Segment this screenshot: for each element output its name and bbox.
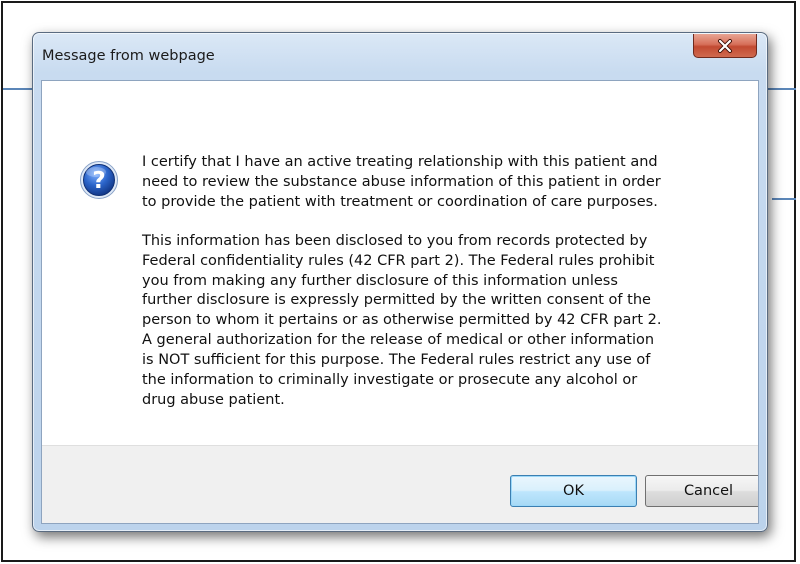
dialog-content: ? I certify that I have an active treati… <box>42 81 758 445</box>
cancel-button[interactable]: Cancel <box>645 475 758 507</box>
message-line: need to review the substance abuse infor… <box>142 173 661 190</box>
dialog-client-area: ? I certify that I have an active treati… <box>41 80 759 524</box>
background-divider <box>772 198 796 200</box>
ok-button[interactable]: OK <box>510 475 637 507</box>
message-line: further disclosure is expressly permitte… <box>142 292 651 309</box>
message-line: to provide the patient with treatment or… <box>142 193 658 210</box>
message-line: you from making any further disclosure o… <box>142 272 618 289</box>
message-line: person to whom it pertains or as otherwi… <box>142 312 662 329</box>
dialog-button-bar: OK Cancel <box>42 445 758 523</box>
question-icon: ? <box>80 161 118 199</box>
message-dialog: Message from webpage ? I certify that I … <box>32 32 768 532</box>
message-line: is NOT sufficient for this purpose. The … <box>142 352 651 369</box>
message-paragraph-disclosure: This information has been disclosed to y… <box>142 232 722 411</box>
message-line: Federal confidentiality rules (42 CFR pa… <box>142 252 655 269</box>
close-button[interactable] <box>693 34 757 58</box>
dialog-title: Message from webpage <box>42 48 215 64</box>
message-line: drug abuse patient. <box>142 391 285 408</box>
background-divider <box>766 88 796 90</box>
message-line: the information to criminally investigat… <box>142 372 638 389</box>
message-line: This information has been disclosed to y… <box>142 232 648 249</box>
question-mark-glyph: ? <box>92 168 105 194</box>
close-icon <box>718 38 732 53</box>
dialog-message: I certify that I have an active treating… <box>142 153 722 411</box>
message-line: I certify that I have an active treating… <box>142 154 658 170</box>
message-line: A general authorization for the release … <box>142 332 655 349</box>
message-paragraph-certify: I certify that I have an active treating… <box>142 153 722 213</box>
dialog-titlebar[interactable]: Message from webpage <box>33 33 767 80</box>
